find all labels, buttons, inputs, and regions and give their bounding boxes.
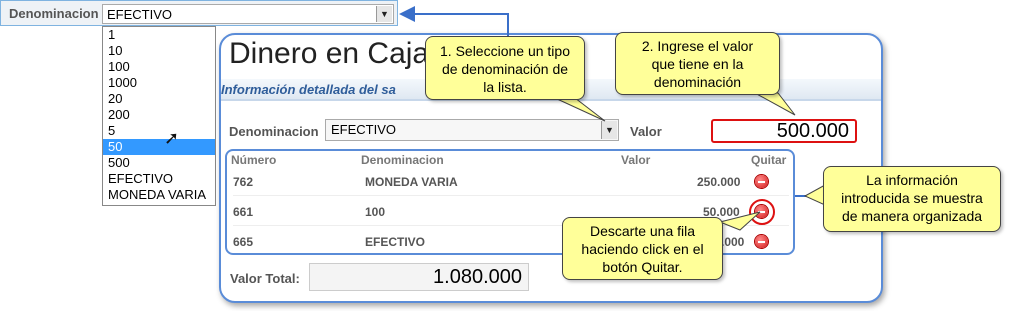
callout-remove-row: Descarte una fila haciendo click en el b… (562, 217, 723, 280)
callout-line: La información (866, 172, 958, 188)
callout-step-2: 2. Ingrese el valor que tiene en la deno… (615, 32, 780, 95)
callout-line: de denominación de (441, 61, 569, 77)
callout-line: que tiene en la (651, 56, 744, 72)
callout-info-table: La información introducida se muestra de… (823, 166, 1001, 232)
callout-line: de manera organizada (841, 208, 983, 224)
callout-line: la lista. (483, 79, 527, 95)
callout-line: introducida se muestra (841, 190, 983, 206)
callout-line: haciendo click en el (581, 241, 704, 257)
callout-line: botón Quitar. (602, 259, 683, 275)
callout-step-1: 1. Seleccione un tipo de denominación de… (425, 36, 585, 100)
callout-line: Descarte una fila (589, 223, 696, 239)
callout-line: 2. Ingrese el valor (641, 38, 754, 54)
callout-line: 1. Seleccione un tipo (440, 43, 570, 59)
callout-line: denominación (653, 74, 742, 90)
